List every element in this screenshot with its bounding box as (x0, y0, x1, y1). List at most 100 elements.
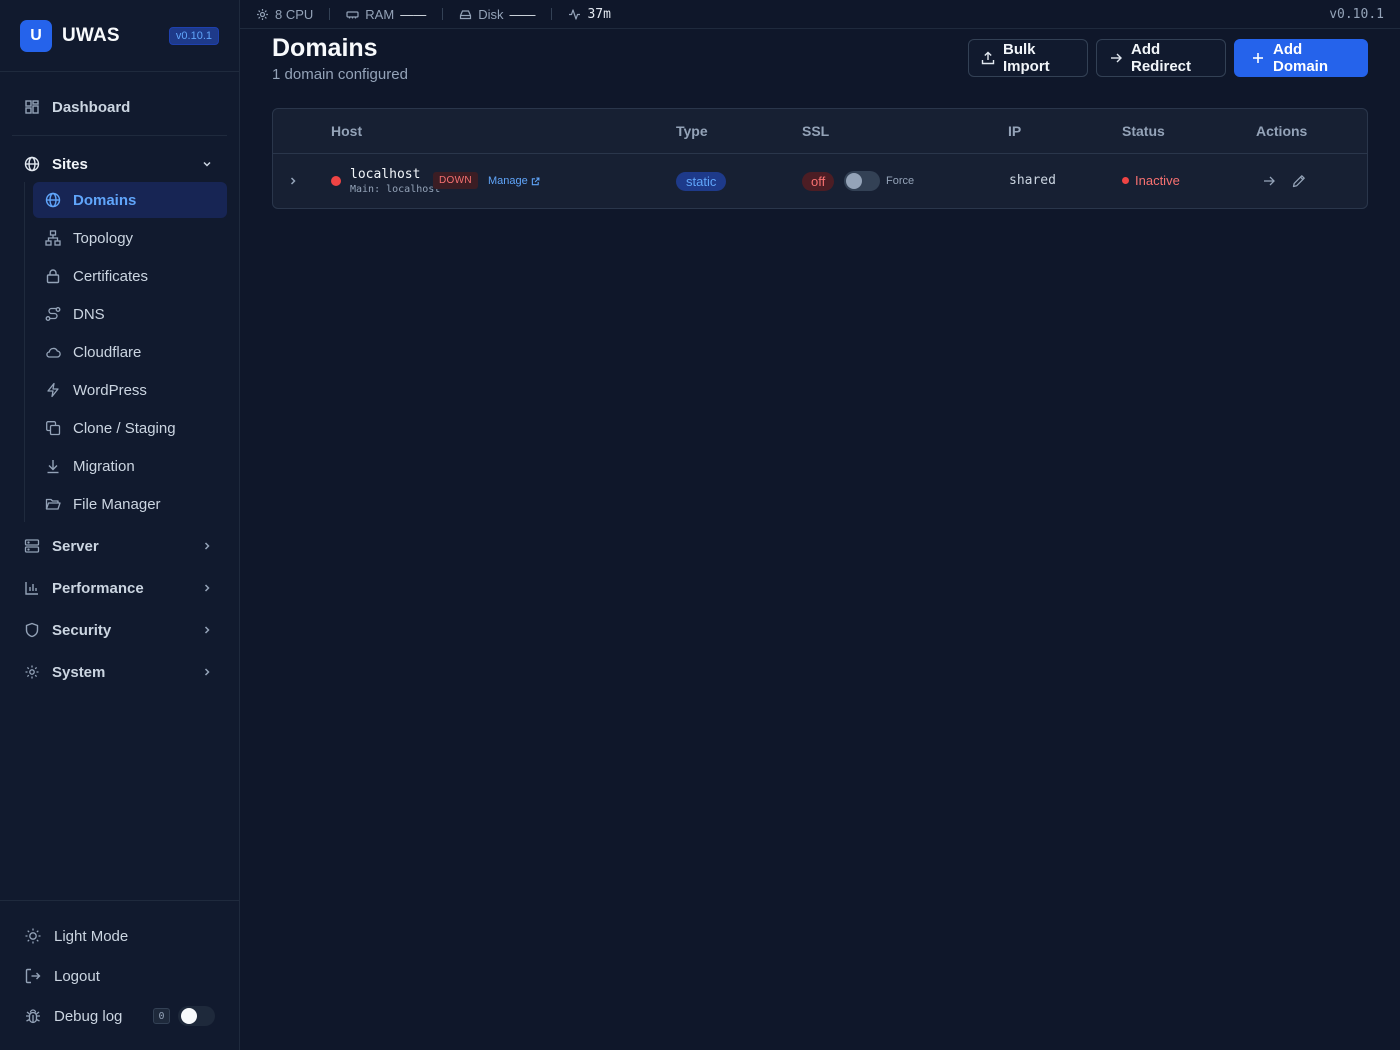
light-mode-label: Light Mode (54, 927, 129, 945)
nav-dashboard-label: Dashboard (52, 98, 131, 116)
logout-label: Logout (54, 967, 100, 985)
brand-logo[interactable]: U (20, 19, 52, 52)
column-header-host[interactable]: Host (331, 123, 362, 139)
status-indicator: Inactive (1122, 173, 1180, 188)
sidebar-item-cloudflare[interactable]: Cloudflare (33, 334, 227, 370)
ram-stat: RAM —— (346, 7, 426, 22)
sidebar-item-certificates[interactable]: Certificates (33, 258, 227, 294)
footer-divider (0, 900, 239, 901)
globe-icon (24, 156, 40, 172)
sidebar-item-label: File Manager (73, 495, 161, 513)
sidebar-item-dns[interactable]: DNS (33, 296, 227, 332)
sidebar-item-clone-staging[interactable]: Clone / Staging (33, 410, 227, 446)
page-title: Domains (272, 34, 378, 62)
activity-icon (568, 8, 581, 21)
table-row: localhost Main: localhost DOWN Manage st… (273, 155, 1367, 209)
download-icon (45, 458, 61, 474)
sidebar-item-topology[interactable]: Topology (33, 220, 227, 256)
brand-name: UWAS (62, 24, 120, 46)
nav-server[interactable]: Server (12, 528, 227, 564)
chevron-right-icon (204, 584, 210, 592)
divider (551, 8, 553, 20)
cpu-stat: 8 CPU (256, 7, 313, 22)
type-badge: static (676, 172, 727, 191)
nav-performance-label: Performance (52, 579, 144, 597)
sidebar-item-migration[interactable]: Migration (33, 448, 227, 484)
app-version: v0.10.1 (1329, 6, 1384, 22)
uptime-value: 37m (587, 6, 611, 22)
domains-table: Host Type SSL IP Status Actions localhos… (272, 108, 1368, 209)
chevron-right-icon (204, 626, 210, 634)
ram-value: —— (400, 6, 427, 22)
chevron-right-icon[interactable] (287, 175, 299, 187)
nav-sites[interactable]: Sites (12, 146, 227, 182)
sidebar-item-label: Domains (73, 191, 137, 209)
sidebar-item-label: WordPress (73, 381, 147, 399)
add-redirect-button[interactable]: Add Redirect (1096, 39, 1226, 77)
bug-icon (24, 1007, 42, 1025)
column-header-ip[interactable]: IP (1008, 123, 1021, 139)
chevron-right-icon (204, 668, 210, 676)
sidebar-item-label: DNS (73, 305, 105, 323)
debug-log-item: Debug log (24, 1001, 122, 1031)
column-header-status[interactable]: Status (1122, 123, 1165, 139)
add-redirect-label: Add Redirect (1131, 41, 1192, 75)
nav-performance[interactable]: Performance (12, 570, 227, 606)
ip-value: shared (1009, 173, 1056, 188)
upload-icon (981, 51, 995, 65)
debug-count-badge: 0 (153, 1008, 170, 1024)
nav-system[interactable]: System (12, 654, 227, 690)
manage-label: Manage (488, 175, 528, 187)
network-icon (45, 230, 61, 246)
light-mode-button[interactable]: Light Mode (24, 921, 128, 951)
arrow-right-icon[interactable] (1262, 174, 1276, 188)
sidebar-item-label: Certificates (73, 267, 149, 285)
sun-icon (24, 927, 42, 945)
server-icon (24, 538, 40, 554)
debug-log-label: Debug log (54, 1007, 123, 1025)
sidebar-item-label: Migration (73, 457, 135, 475)
manage-link[interactable]: Manage (488, 175, 540, 187)
shield-icon (24, 622, 40, 638)
globe-icon (45, 192, 61, 208)
cloud-icon (45, 344, 61, 360)
table-header: Host Type SSL IP Status Actions (273, 109, 1367, 154)
force-label: Force (886, 175, 915, 187)
add-domain-button[interactable]: Add Domain (1234, 39, 1368, 77)
add-domain-label: Add Domain (1273, 41, 1329, 75)
column-header-ssl[interactable]: SSL (802, 123, 829, 139)
nav-dashboard[interactable]: Dashboard (12, 89, 227, 125)
status-dot (1122, 177, 1129, 184)
uptime-stat: 37m (568, 6, 611, 22)
page-subtitle: 1 domain configured (272, 66, 408, 83)
sidebar-item-label: Cloudflare (73, 343, 142, 361)
chevron-right-icon (204, 542, 210, 550)
logout-button[interactable]: Logout (24, 961, 100, 991)
chevron-down-icon (203, 161, 211, 167)
logout-icon (24, 967, 42, 985)
disk-stat: Disk —— (459, 7, 535, 22)
external-link-icon (531, 177, 540, 185)
route-icon (45, 306, 61, 322)
nav-security[interactable]: Security (12, 612, 227, 648)
sidebar-item-label: Topology (73, 229, 134, 247)
nav-security-label: Security (52, 621, 112, 639)
pencil-icon[interactable] (1292, 174, 1306, 188)
plus-icon (1251, 51, 1265, 65)
submenu-guide (24, 182, 25, 522)
version-badge: v0.10.1 (168, 26, 219, 45)
force-ssl-toggle[interactable] (844, 171, 880, 191)
folder-open-icon (45, 496, 61, 512)
sidebar-item-domains[interactable]: Domains (33, 182, 227, 218)
health-dot (331, 176, 341, 186)
disk-label: Disk (478, 6, 504, 22)
sidebar-item-wordpress[interactable]: WordPress (33, 372, 227, 408)
sidebar-item-file-manager[interactable]: File Manager (33, 486, 227, 522)
disk-icon (459, 8, 472, 21)
zap-icon (45, 382, 61, 398)
debug-log-toggle[interactable] (178, 1006, 215, 1026)
ssl-badge: off (802, 172, 835, 191)
gear-icon (24, 664, 40, 680)
column-header-type[interactable]: Type (676, 123, 708, 139)
bulk-import-button[interactable]: Bulk Import (968, 39, 1088, 77)
